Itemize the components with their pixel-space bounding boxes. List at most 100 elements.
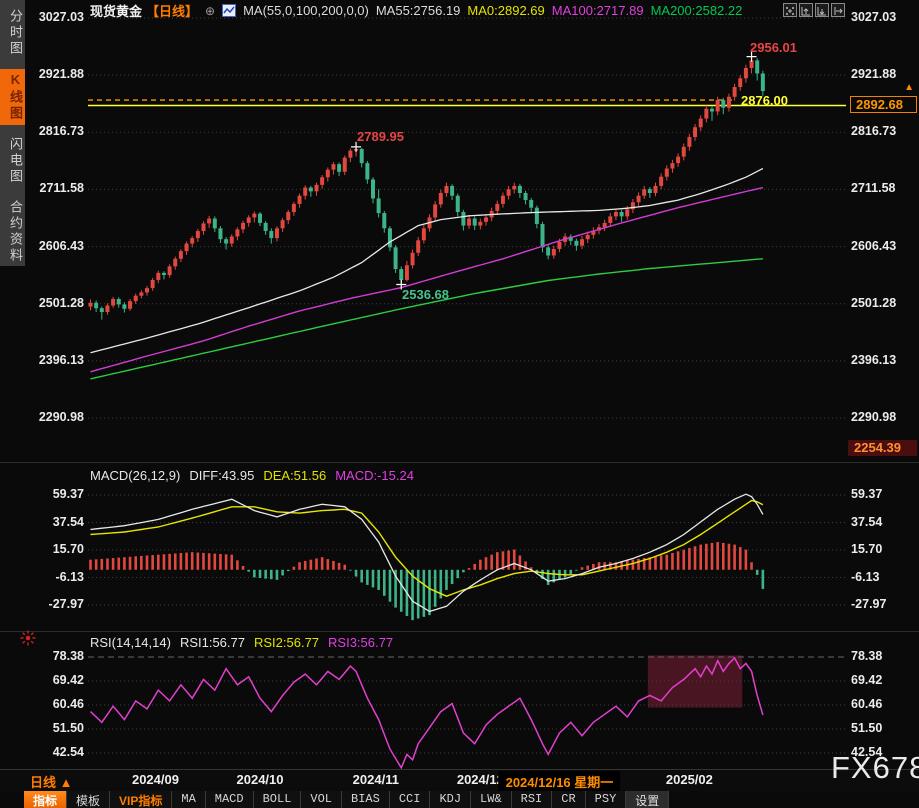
- price-axis-label: 3027.03: [24, 10, 84, 24]
- price-axis-label: 2921.88: [851, 67, 911, 81]
- sidebar-item-kline-chart[interactable]: K线图: [0, 69, 25, 125]
- rsi-axis-label: 78.38: [24, 649, 84, 663]
- toolbar-item-psy[interactable]: PSY: [586, 791, 627, 808]
- chevron-up-icon: ▲: [60, 775, 73, 790]
- period-tag[interactable]: 【日线】: [146, 1, 198, 20]
- date-axis-label: 2024/10: [237, 772, 284, 787]
- macd-dea-value: DEA:51.56: [263, 468, 326, 483]
- toolbar-item-lw[interactable]: LW&: [471, 791, 512, 808]
- rsi-params-label: RSI(14,14,14): [90, 635, 171, 650]
- price-axis-label: 2501.28: [24, 296, 84, 310]
- date-axis-label: 2024/09: [132, 772, 179, 787]
- ma0-value: MA0:2892.69: [467, 3, 544, 18]
- rsi-axis-label: 78.38: [851, 649, 911, 663]
- pane-separator: [0, 462, 919, 463]
- sidebar-item-time-chart[interactable]: 分时图: [0, 6, 25, 60]
- main-candlestick-pane[interactable]: [88, 0, 846, 464]
- price-axis-label: 2290.98: [24, 410, 84, 424]
- toolbar-item-kdj[interactable]: KDJ: [430, 791, 471, 808]
- macd-pane[interactable]: [88, 486, 846, 630]
- price-axis-label: 3027.03: [851, 10, 911, 24]
- toolbar-item-boll[interactable]: BOLL: [254, 791, 302, 808]
- date-axis-label: 2025/02: [666, 772, 713, 787]
- shift-right-icon[interactable]: [831, 3, 845, 17]
- ma200-value: MA200:2582.22: [651, 3, 743, 18]
- rsi-axis-label: 60.46: [851, 697, 911, 711]
- pane-separator: [0, 631, 919, 632]
- macd-axis-label: 37.54: [851, 515, 911, 529]
- scale-right-axis-icon[interactable]: [815, 3, 829, 17]
- axis-scroll-up-icon[interactable]: ▲: [904, 82, 914, 93]
- price-axis-label: 2396.13: [24, 353, 84, 367]
- low-price-badge: 2254.39: [848, 440, 917, 456]
- price-axis-label: 2711.58: [851, 181, 911, 195]
- ma-params-label: MA(55,0,100,200,0,0): [243, 3, 369, 18]
- hline-price-label: 2876.00: [741, 93, 788, 108]
- rsi2-value: RSI2:56.77: [254, 635, 319, 650]
- current-price-badge: 2892.68: [850, 96, 917, 113]
- indicator-toolbar: 指标 模板 VIP指标 MA MACD BOLL VOL BIAS CCI KD…: [24, 791, 669, 808]
- toolbar-item-template[interactable]: 模板: [67, 791, 110, 808]
- macd-axis-label: -6.13: [24, 570, 84, 584]
- price-axis-label: 2501.28: [851, 296, 911, 310]
- rsi-axis-label: 69.42: [851, 673, 911, 687]
- sidebar-item-lightning-chart[interactable]: 闪电图: [0, 134, 25, 188]
- add-indicator-icon[interactable]: ⊕: [205, 4, 215, 18]
- crosshair-date-badge: 2024/12/16 星期一: [499, 771, 621, 792]
- grid-dots-icon[interactable]: [783, 3, 797, 17]
- rsi-header: RSI(14,14,14) RSI1:56.77 RSI2:56.77 RSI3…: [90, 635, 393, 650]
- price-axis-label: 2921.88: [24, 67, 84, 81]
- price-axis-label: 2606.43: [24, 239, 84, 253]
- oct-high-annotation: 2789.95: [357, 129, 404, 144]
- nov-low-annotation: 2536.68: [402, 287, 449, 302]
- rsi-axis-label: 60.46: [24, 697, 84, 711]
- price-axis-label: 2711.58: [24, 181, 84, 195]
- macd-axis-label: 59.37: [24, 487, 84, 501]
- high-price-annotation: 2956.01: [750, 40, 797, 55]
- toolbar-item-bias[interactable]: BIAS: [342, 791, 390, 808]
- ma100-value: MA100:2717.89: [552, 3, 644, 18]
- ma55-value: MA55:2756.19: [376, 3, 461, 18]
- macd-axis-label: 37.54: [24, 515, 84, 529]
- period-selector-button[interactable]: 日线 ▲: [30, 772, 73, 791]
- price-axis-label: 2396.13: [851, 353, 911, 367]
- price-axis-label: 2816.73: [851, 124, 911, 138]
- macd-axis-label: 15.70: [24, 542, 84, 556]
- macd-diff-value: DIFF:43.95: [189, 468, 254, 483]
- red-burst-icon[interactable]: [19, 629, 37, 647]
- toolbar-item-vol[interactable]: VOL: [301, 791, 342, 808]
- trading-app-window: 分时图 K线图 闪电图 合约资料 现货黄金 【日线】 ⊕ MA(55,0,100…: [0, 0, 919, 808]
- toolbar-item-settings[interactable]: 设置: [626, 791, 669, 808]
- rsi1-value: RSI1:56.77: [180, 635, 245, 650]
- macd-params-label: MACD(26,12,9): [90, 468, 180, 483]
- price-axis-label: 2290.98: [851, 410, 911, 424]
- toolbar-item-cr[interactable]: CR: [552, 791, 585, 808]
- macd-axis-label: -6.13: [851, 570, 911, 584]
- chart-header: 现货黄金 【日线】 ⊕ MA(55,0,100,200,0,0) MA55:27…: [90, 2, 742, 19]
- toolbar-item-ma[interactable]: MA: [172, 791, 205, 808]
- rsi-axis-label: 51.50: [24, 721, 84, 735]
- date-axis-row: 日线 ▲ 2024/09 2024/10 2024/11 2024/12 2025/02…: [0, 770, 919, 791]
- price-axis-label: 2816.73: [24, 124, 84, 138]
- toolbar-item-indicator[interactable]: 指标: [24, 791, 67, 808]
- toolbar-item-rsi[interactable]: RSI: [512, 791, 553, 808]
- fx678-watermark: FX678: [831, 750, 919, 786]
- macd-axis-label: -27.97: [24, 597, 84, 611]
- macd-axis-label: -27.97: [851, 597, 911, 611]
- toolbar-item-cci[interactable]: CCI: [390, 791, 431, 808]
- date-axis-label: 2024/12: [457, 772, 504, 787]
- rsi-axis-label: 69.42: [24, 673, 84, 687]
- sidebar-item-contract-info[interactable]: 合约资料: [0, 197, 25, 267]
- date-axis-label: 2024/11: [353, 772, 399, 787]
- indicator-template-icon[interactable]: [222, 4, 236, 17]
- chart-type-sidebar: 分时图 K线图 闪电图 合约资料: [0, 0, 25, 266]
- price-axis-label: 2606.43: [851, 239, 911, 253]
- toolbar-item-macd[interactable]: MACD: [206, 791, 254, 808]
- scale-left-axis-icon[interactable]: [799, 3, 813, 17]
- rsi3-value: RSI3:56.77: [328, 635, 393, 650]
- rsi-axis-label: 51.50: [851, 721, 911, 735]
- rsi-axis-label: 42.54: [24, 745, 84, 759]
- symbol-name: 现货黄金: [90, 1, 142, 20]
- toolbar-item-vip-indicator[interactable]: VIP指标: [110, 791, 172, 808]
- rsi-pane[interactable]: [88, 646, 846, 770]
